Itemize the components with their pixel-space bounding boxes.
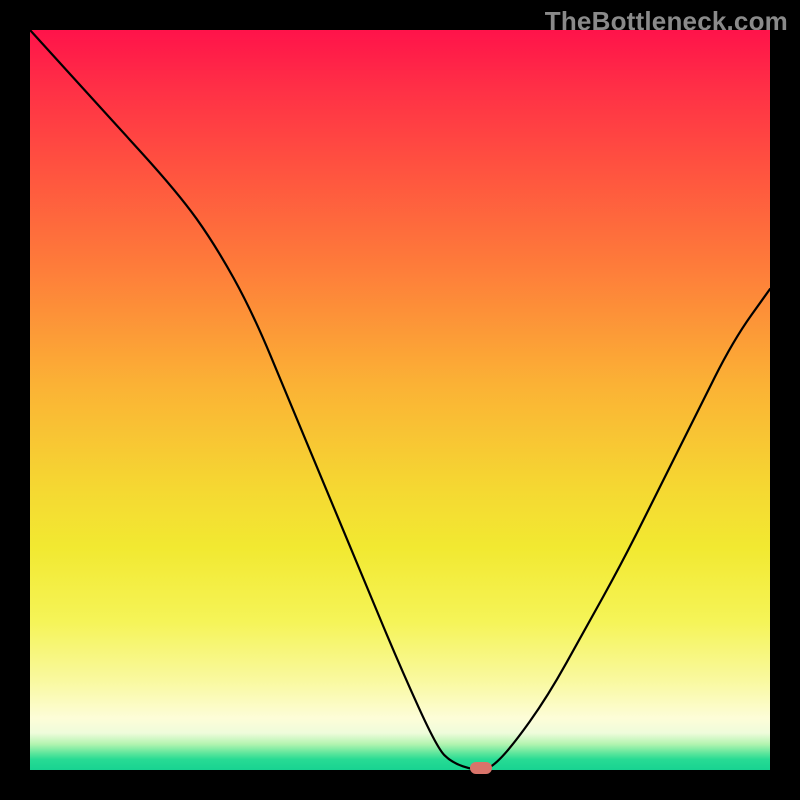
plot-area	[30, 30, 770, 770]
minimum-marker	[470, 762, 492, 774]
bottleneck-curve	[30, 30, 770, 770]
curve-path	[30, 30, 770, 770]
chart-stage: TheBottleneck.com	[0, 0, 800, 800]
